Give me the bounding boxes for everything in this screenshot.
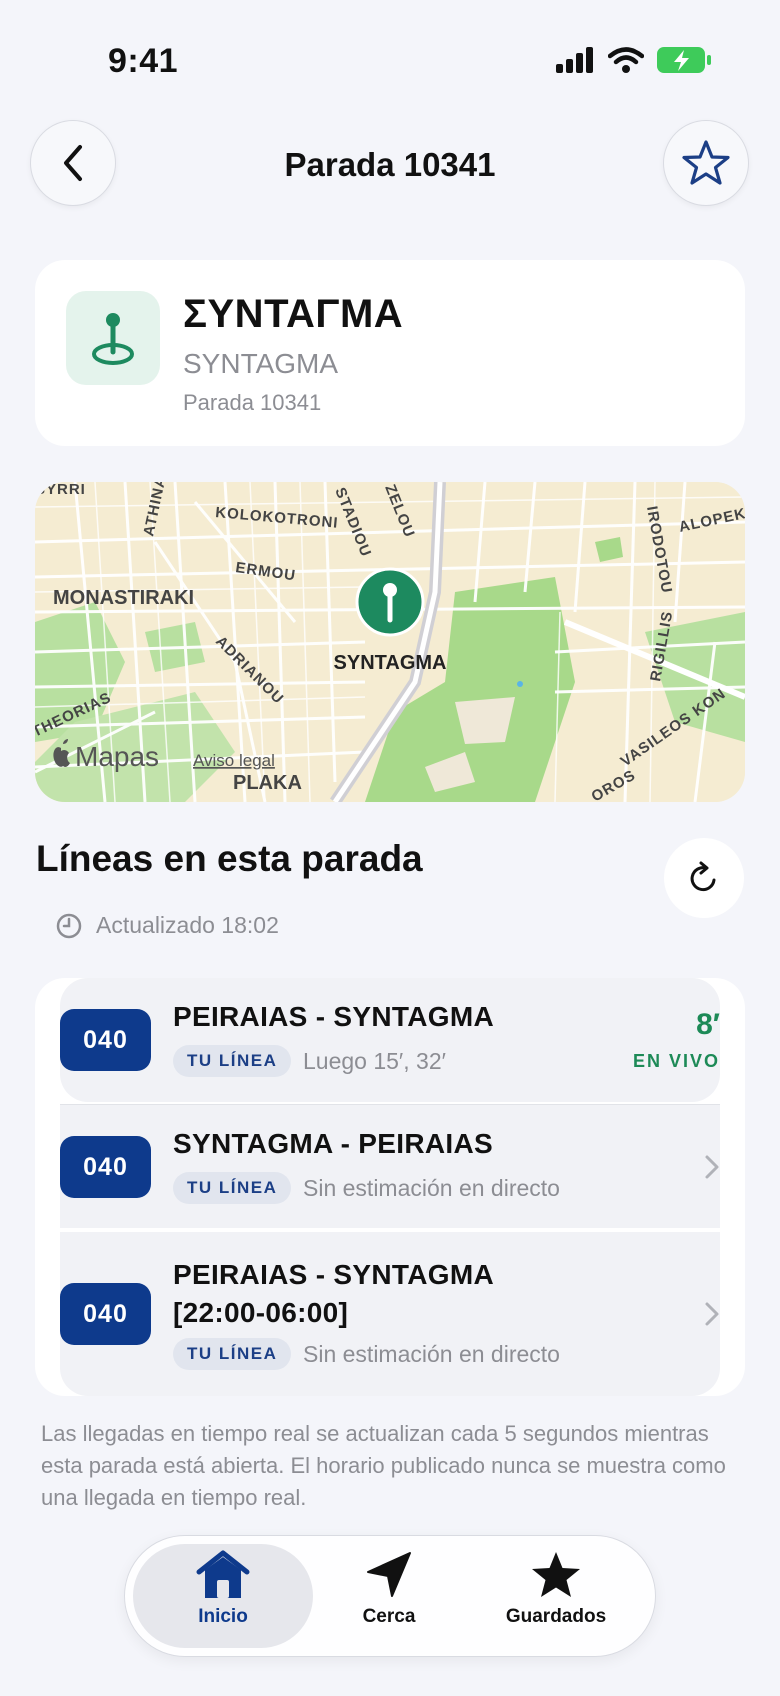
realtime-footnote: Las llegadas en tiempo real se actualiza… [41,1421,726,1510]
map-label-plaka: PLAKA [233,772,302,794]
map-label-syrri: SYRRI [35,482,86,498]
favorite-button[interactable] [663,120,749,206]
map-legal-link[interactable]: Aviso legal [193,751,275,770]
home-icon [196,1550,250,1598]
route-name: PEIRAIAS - SYNTAGMA [173,1001,494,1032]
tab-label: Inicio [198,1606,248,1627]
your-line-tag: TU LÍNEA [173,1172,292,1204]
chevron-right-icon [705,1155,719,1179]
eta-minutes: 8′ [696,1008,720,1041]
status-icons [556,46,712,74]
no-live-estimate: Sin estimación en directo [303,1341,560,1367]
tab-cerca[interactable]: Cerca [304,1550,474,1646]
map-view[interactable]: SYRRI ATHINA KOLOKOTRONI STADIOU ZELOU E… [35,482,745,802]
star-filled-icon [532,1552,580,1597]
location-arrow-icon [367,1552,411,1597]
tab-guardados[interactable]: Guardados [471,1550,641,1646]
map-label-monastiraki: MONASTIRAKI [53,587,194,609]
tab-label: Guardados [505,1606,607,1627]
updated-row: Actualizado 18:02 [56,912,279,939]
tab-inicio[interactable]: Inicio [138,1550,308,1646]
next-arrivals: Luego 15′, 32′ [303,1048,446,1074]
stop-code: Parada 10341 [183,390,322,415]
chevron-right-icon [705,1302,719,1326]
line-row-2[interactable]: 040 SYNTAGMA - PEIRAIAS TU LÍNEA Sin est… [60,1104,720,1228]
line-row-3[interactable]: 040 PEIRAIAS - SYNTAGMA [22:00-06:00] TU… [60,1232,720,1396]
line-badge: 040 [60,1283,151,1345]
refresh-button[interactable] [664,838,744,918]
star-outline-icon [682,140,730,185]
tab-label: Cerca [362,1606,416,1627]
stop-icon-box [66,291,160,385]
route-name: PEIRAIAS - SYNTAGMA [22:00-06:00] [173,1259,494,1328]
line-badge: 040 [60,1009,151,1071]
battery-icon [657,47,711,73]
map-brand: Mapas [75,741,159,772]
route-name: SYNTAGMA - PEIRAIAS [173,1128,493,1159]
signal-icon [556,47,593,73]
lines-section-title: Líneas en esta parada [36,838,423,879]
your-line-tag: TU LÍNEA [173,1338,292,1370]
stop-name-latin: SYNTAGMA [183,348,339,379]
updated-text: Actualizado 18:02 [96,912,279,938]
location-pin-icon [92,313,134,365]
your-line-tag: TU LÍNEA [173,1045,292,1077]
status-time: 9:41 [108,42,179,80]
map-canvas: SYRRI ATHINA KOLOKOTRONI STADIOU ZELOU E… [35,482,745,802]
live-label: EN VIVO [632,1051,720,1071]
no-live-estimate: Sin estimación en directo [303,1175,560,1201]
wifi-icon [608,47,644,73]
stop-name-greek: ΣΥΝΤΑΓΜΑ [183,292,404,336]
refresh-icon [690,861,716,892]
line-row-1[interactable]: 040 PEIRAIAS - SYNTAGMA TU LÍNEA Luego 1… [60,978,720,1102]
clock-icon [56,913,82,938]
map-pin-label: SYNTAGMA [334,652,447,674]
line-badge: 040 [60,1136,151,1198]
